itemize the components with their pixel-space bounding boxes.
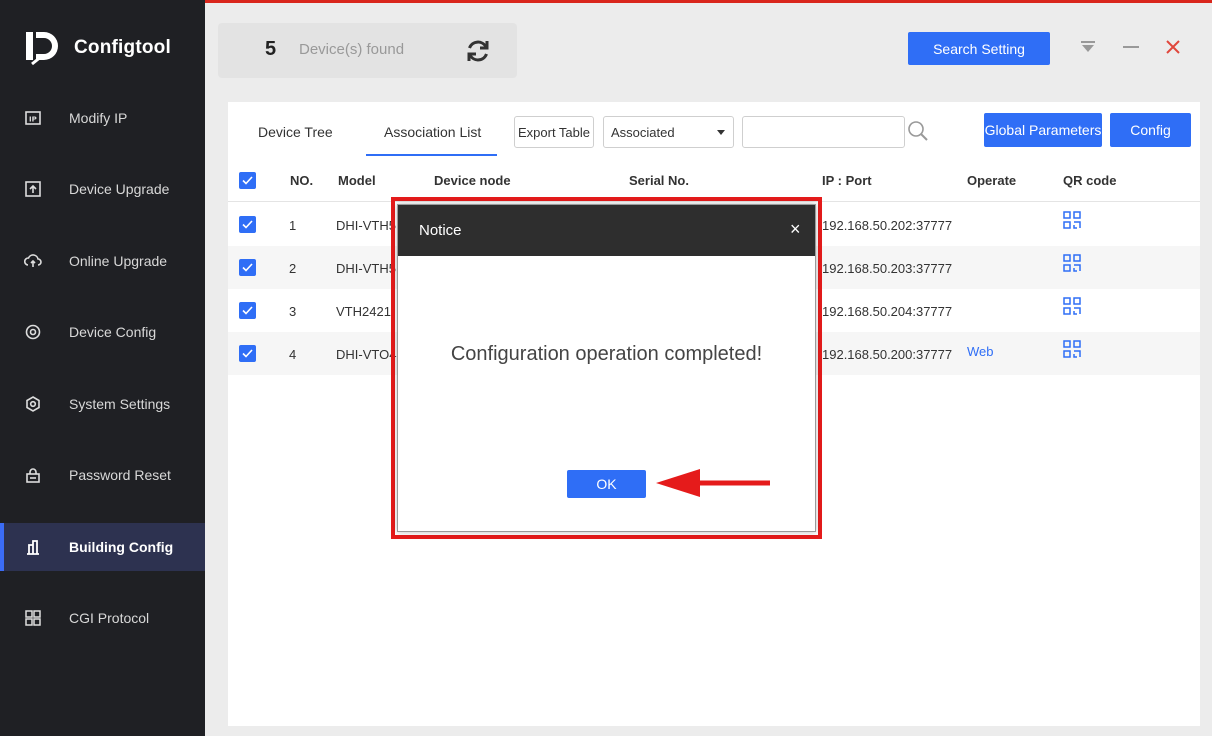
minimize-icon[interactable] [1120, 36, 1142, 58]
modify-ip-icon: IP [24, 109, 42, 127]
row-number: 2 [289, 261, 297, 276]
sidebar-item-modify-ip[interactable]: IP Modify IP [0, 94, 205, 142]
sidebar-item-label: Password Reset [69, 467, 171, 483]
settings-icon [24, 395, 42, 413]
select-all-checkbox[interactable] [239, 172, 256, 189]
sidebar-item-label: Modify IP [69, 110, 128, 126]
column-header-qr-code: QR code [1063, 173, 1117, 188]
close-icon[interactable] [1162, 36, 1184, 58]
column-header-operate: Operate [967, 173, 1017, 188]
column-header-serial-no: Serial No. [629, 173, 689, 188]
device-found-label: Device(s) found [299, 41, 405, 58]
window-top-border [205, 0, 1212, 3]
check-icon [242, 176, 253, 185]
sidebar-item-label: Online Upgrade [69, 253, 168, 269]
row-checkbox[interactable] [239, 302, 256, 319]
sidebar-item-label: Device Config [69, 324, 157, 340]
association-filter-select[interactable]: Associated [603, 116, 734, 148]
menu-dropdown-icon[interactable] [1077, 36, 1099, 58]
arrow-annotation-icon [656, 469, 770, 497]
tab-association-list[interactable]: Association List [384, 124, 481, 140]
qr-code-icon[interactable] [1063, 211, 1081, 229]
sidebar-item-label: Building Config [69, 539, 174, 555]
ok-button[interactable]: OK [567, 470, 646, 498]
check-icon [242, 349, 253, 358]
cgi-icon [24, 609, 42, 627]
upgrade-icon [24, 180, 42, 198]
row-ip-port: 192.168.50.202:37777 [822, 218, 953, 233]
search-setting-button[interactable]: Search Setting [908, 32, 1050, 65]
row-checkbox[interactable] [239, 345, 256, 362]
sidebar-item-password-reset[interactable]: Password Reset [0, 451, 205, 499]
svg-text:IP: IP [29, 116, 37, 124]
logo-icon [26, 32, 58, 66]
sidebar-item-label: System Settings [69, 396, 171, 412]
refresh-icon[interactable] [464, 37, 492, 65]
web-link[interactable]: Web [967, 344, 994, 359]
row-ip-port: 192.168.50.204:37777 [822, 304, 953, 319]
check-icon [242, 263, 253, 272]
device-count: 5 [265, 38, 277, 60]
tab-device-tree[interactable]: Device Tree [258, 124, 333, 140]
row-model: VTH2421 [336, 304, 391, 319]
qr-code-icon[interactable] [1063, 297, 1081, 315]
sidebar-item-label: CGI Protocol [69, 610, 150, 626]
sidebar-item-system-settings[interactable]: System Settings [0, 380, 205, 428]
sidebar-item-cgi-protocol[interactable]: CGI Protocol [0, 594, 205, 642]
row-number: 4 [289, 347, 297, 362]
config-button[interactable]: Config [1110, 113, 1191, 147]
check-icon [242, 306, 253, 315]
dialog-close-icon[interactable]: × [790, 220, 801, 238]
row-model: DHI-VTH5 [336, 261, 396, 276]
dialog-header: Notice × [398, 205, 815, 256]
row-number: 3 [289, 304, 297, 319]
device-config-icon [24, 323, 42, 341]
column-header-ip-port: IP : Port [822, 173, 872, 188]
building-icon [24, 538, 42, 556]
app-name: Configtool [74, 37, 171, 58]
column-header-model: Model [338, 173, 376, 188]
export-table-button[interactable]: Export Table [514, 116, 594, 148]
caret-down-icon [717, 130, 725, 135]
app-logo: Configtool [24, 30, 171, 66]
sidebar-item-device-upgrade[interactable]: Device Upgrade [0, 165, 205, 213]
dialog-title: Notice [419, 222, 462, 239]
cloud-upgrade-icon [24, 252, 42, 270]
column-header-device-node: Device node [434, 173, 511, 188]
row-model: DHI-VTO4 [336, 347, 397, 362]
row-ip-port: 192.168.50.200:37777 [822, 347, 953, 362]
qr-code-icon[interactable] [1063, 340, 1081, 358]
sidebar: Configtool IP Modify IP Device Upgrade O… [0, 0, 205, 736]
sidebar-item-online-upgrade[interactable]: Online Upgrade [0, 237, 205, 285]
row-number: 1 [289, 218, 297, 233]
lock-icon [24, 466, 42, 484]
row-checkbox[interactable] [239, 216, 256, 233]
column-header-no: NO. [290, 173, 314, 188]
search-icon[interactable] [906, 119, 930, 143]
filter-value: Associated [611, 124, 675, 140]
row-checkbox[interactable] [239, 259, 256, 276]
row-model: DHI-VTH5 [336, 218, 396, 233]
check-icon [242, 220, 253, 229]
dialog-message: Configuration operation completed! [450, 343, 763, 365]
row-ip-port: 192.168.50.203:37777 [822, 261, 953, 276]
active-tab-indicator [366, 154, 497, 156]
global-parameters-button[interactable]: Global Parameters [984, 113, 1102, 147]
sidebar-item-label: Device Upgrade [69, 181, 170, 197]
qr-code-icon[interactable] [1063, 254, 1081, 272]
search-input[interactable] [742, 116, 905, 148]
sidebar-item-building-config[interactable]: Building Config [0, 523, 205, 571]
sidebar-item-device-config[interactable]: Device Config [0, 308, 205, 356]
